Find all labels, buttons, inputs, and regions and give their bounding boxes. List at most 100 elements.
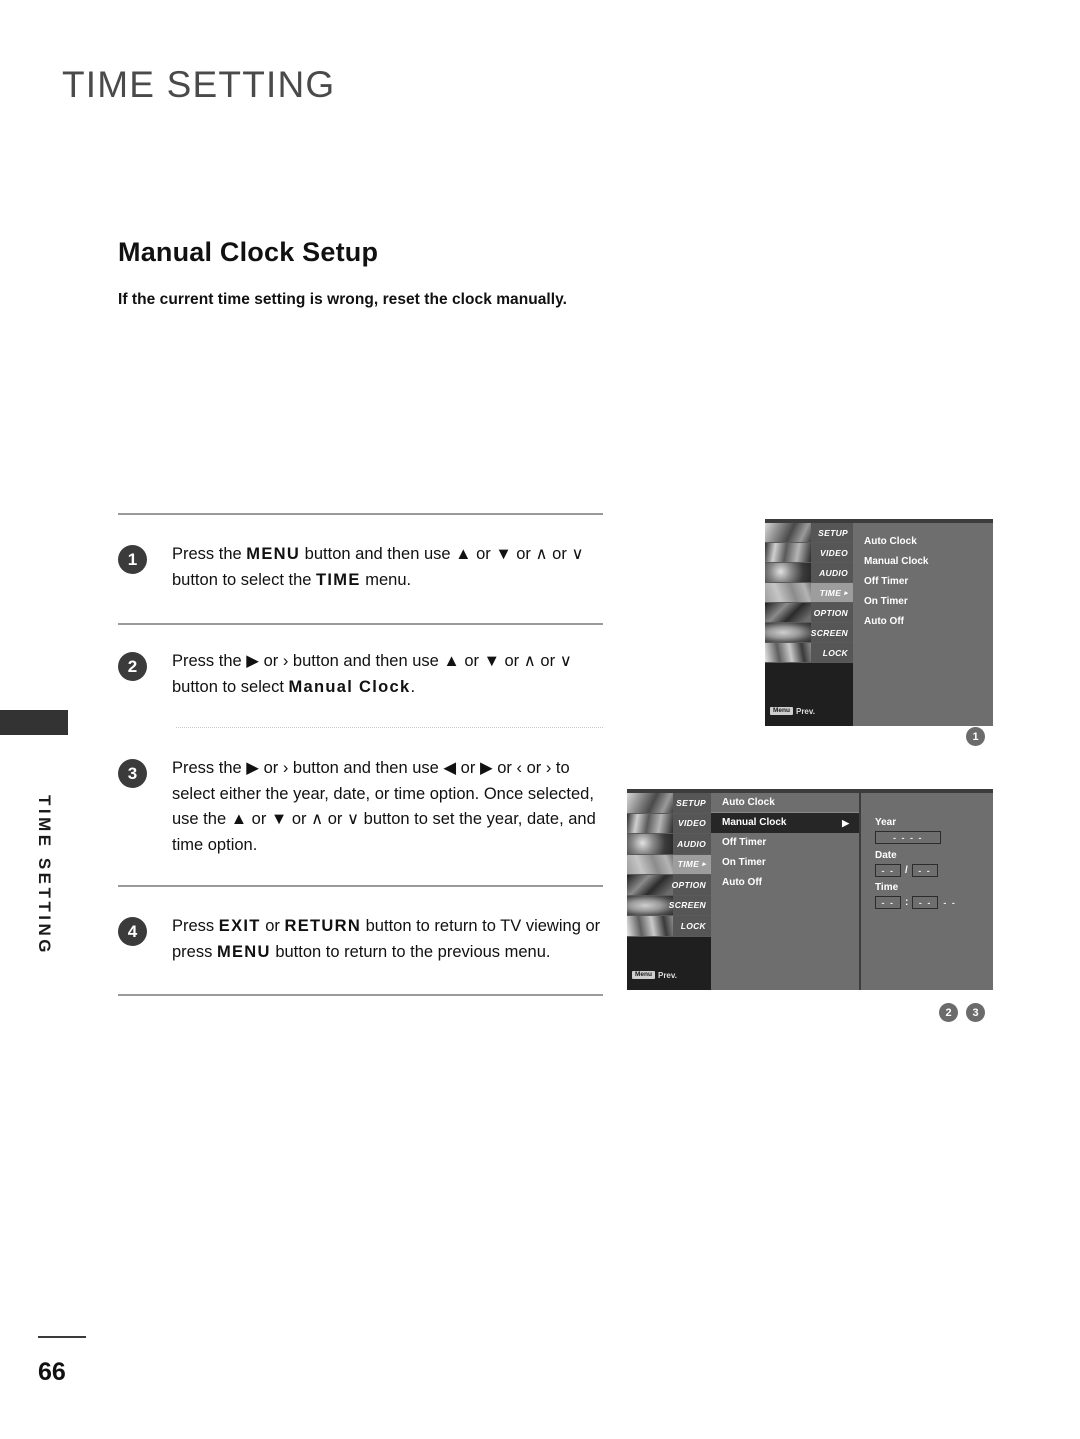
osd-menu-list-2: Auto Clock Manual Clock ▶ Off Timer On Timer…: [711, 793, 859, 990]
date-month-box[interactable]: - -: [875, 864, 901, 877]
step-number-1: 1: [118, 545, 147, 574]
body-text: button to select: [172, 677, 289, 696]
osd-sidebar-item-video[interactable]: VIDEO: [765, 543, 853, 563]
osd-menu-item-label: Auto Off: [864, 616, 904, 627]
step-text-4: Press EXIT or RETURN button to return to…: [172, 914, 603, 965]
osd-sidebar-item-audio[interactable]: AUDIO: [765, 563, 853, 583]
body-text: ▲: [455, 545, 472, 563]
osd-sidebar-item-setup[interactable]: SETUP: [627, 793, 711, 814]
menu-key-badge-2: Menu: [632, 970, 655, 980]
divider-bottom: [118, 994, 603, 996]
body-text: or: [456, 759, 480, 777]
osd-menu-thumbnail-icon: [765, 623, 811, 642]
body-text: ▼: [495, 545, 512, 563]
osd-menu-thumbnail-icon: [627, 854, 673, 874]
step-1: 1 Press the MENU button and then use ▲ o…: [118, 515, 603, 623]
body-text: or: [511, 545, 536, 563]
step-marker-3: 3: [966, 1003, 985, 1022]
body-text: ▲: [443, 652, 460, 670]
body-text: ∨: [571, 545, 584, 563]
osd-menu-item-manual-clock[interactable]: Manual Clock ▶: [711, 813, 859, 833]
side-tab-marker: [0, 710, 68, 735]
date-row: - - / - -: [875, 864, 993, 877]
osd-sidebar: SETUP VIDEO AUDIO TIME ▸ OPTION SCREEN LOCK Men…: [765, 523, 853, 726]
osd-screenshot-time-menu: SETUP VIDEO AUDIO TIME ▸ OPTION SCREEN LOCK Men…: [765, 519, 993, 726]
osd-sidebar-item-screen[interactable]: SCREEN: [765, 623, 853, 643]
step-number-2: 2: [118, 652, 147, 681]
body-text: ∧: [535, 545, 548, 563]
osd-sidebar-2: SETUP VIDEO AUDIO TIME ▸ OPTION SCREEN LOCK Men…: [627, 793, 711, 990]
body-text: or: [492, 759, 517, 777]
osd-prev-hint-2: Menu Prev.: [627, 965, 711, 990]
step-marker-1: 1: [966, 727, 985, 746]
emphasis-text: TIME: [316, 570, 361, 589]
body-text: or: [535, 652, 560, 670]
arrow-right-icon: ▶: [842, 817, 849, 828]
osd-sidebar-item-video[interactable]: VIDEO: [627, 813, 711, 834]
osd-sidebar-item-label: AUDIO: [819, 567, 848, 578]
body-text: ∧: [523, 652, 536, 670]
step-text-2: Press the ▶ or › button and then use ▲ o…: [172, 649, 603, 700]
osd-menu-item-label: Off Timer: [722, 837, 767, 848]
osd-menu-thumbnail-icon: [627, 875, 673, 895]
osd-menu-item-label: Auto Clock: [722, 796, 775, 808]
osd-sidebar-item-option[interactable]: OPTION: [627, 875, 711, 896]
osd-sidebar-item-label: VIDEO: [678, 818, 706, 829]
osd-menu-item-auto-off[interactable]: Auto Off: [711, 873, 859, 893]
osd-sidebar-item-label: LOCK: [822, 647, 848, 658]
time-separator: :: [905, 897, 909, 908]
osd-prev-hint: Menu Prev.: [765, 701, 853, 726]
osd-sidebar-item-setup[interactable]: SETUP: [765, 523, 853, 543]
osd-menu-item-auto-clock[interactable]: Auto Clock: [711, 793, 859, 813]
osd-sidebar-item-screen[interactable]: SCREEN: [627, 895, 711, 916]
osd-sidebar-item-time[interactable]: TIME ▸: [627, 854, 711, 875]
year-value-box[interactable]: - - - -: [875, 831, 941, 844]
emphasis-text: EXIT: [218, 917, 261, 935]
instruction-steps: 1 Press the MENU button and then use ▲ o…: [118, 513, 603, 996]
body-text: ▶: [246, 759, 259, 777]
osd-menu-item-off-timer[interactable]: Off Timer: [853, 572, 993, 592]
osd-sidebar-item-label: VIDEO: [820, 547, 848, 558]
menu-key-badge: Menu: [770, 706, 793, 716]
step-text-1: Press the MENU button and then use ▲ or …: [172, 542, 603, 593]
osd-menu-item-auto-off[interactable]: Auto Off: [853, 612, 993, 632]
date-day-box[interactable]: - -: [911, 864, 938, 877]
osd-sidebar-item-audio[interactable]: AUDIO: [627, 834, 711, 855]
osd-menu-item-off-timer[interactable]: Off Timer: [711, 833, 859, 853]
body-text: ∧: [311, 810, 324, 828]
body-text: or: [471, 545, 496, 563]
osd-menu-item-manual-clock[interactable]: Manual Clock: [853, 552, 993, 572]
osd-menu-item-label: Auto Clock: [864, 536, 917, 547]
body-text: or: [259, 652, 283, 670]
osd-menu-item-on-timer[interactable]: On Timer: [711, 853, 859, 873]
osd-screenshot-manual-clock: SETUP VIDEO AUDIO TIME ▸ OPTION SCREEN LOCK Men…: [627, 789, 993, 990]
time-hour-box[interactable]: - -: [875, 896, 901, 909]
osd-sidebar-item-time[interactable]: TIME ▸: [765, 583, 853, 603]
osd-sidebar-item-option[interactable]: OPTION: [765, 603, 853, 623]
time-label: Time: [875, 882, 899, 893]
body-text: or: [521, 759, 546, 777]
osd-sidebar-item-label: SETUP: [676, 797, 706, 808]
osd-menu-thumbnail-icon: [765, 563, 811, 582]
emphasis-text: RETURN: [284, 917, 362, 935]
osd-sidebar-filler-2: [627, 936, 711, 965]
year-label: Year: [875, 817, 897, 828]
body-text: ∨: [347, 810, 360, 828]
side-section-label: TIME SETTING: [35, 795, 54, 956]
osd-sidebar-item-label: AUDIO: [677, 838, 706, 849]
osd-sidebar-item-label: TIME: [677, 859, 700, 870]
body-text: .: [410, 677, 416, 696]
date-separator: /: [905, 865, 908, 876]
body-text: or: [259, 759, 283, 777]
osd-menu-thumbnail-icon: [627, 834, 673, 854]
time-minute-box[interactable]: - -: [912, 896, 939, 909]
osd-sidebar-item-lock[interactable]: LOCK: [627, 916, 711, 937]
osd-menu-item-label: Manual Clock: [864, 556, 929, 567]
osd-sidebar-item-label: SCREEN: [810, 627, 848, 638]
osd-menu-item-auto-clock[interactable]: Auto Clock: [853, 532, 993, 552]
osd-clock-fields: Year - - - - Date - - / - - Time - - : -…: [859, 793, 993, 990]
prev-label: Prev.: [795, 706, 815, 716]
osd-menu-item-on-timer[interactable]: On Timer: [853, 592, 993, 612]
osd-sidebar-items: SETUP VIDEO AUDIO TIME ▸ OPTION SCREEN LOCK: [765, 523, 853, 663]
osd-sidebar-item-lock[interactable]: LOCK: [765, 643, 853, 663]
